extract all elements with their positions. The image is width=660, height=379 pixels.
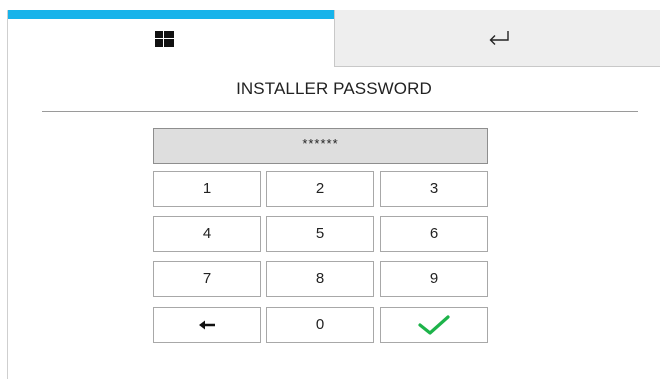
backspace-arrow-icon — [199, 320, 215, 330]
page-title: INSTALLER PASSWORD — [236, 79, 432, 98]
return-arrow-icon — [489, 31, 509, 45]
key-1[interactable]: 1 — [153, 171, 261, 207]
tab-home[interactable] — [8, 10, 334, 67]
title-divider — [42, 111, 638, 112]
grid-icon — [155, 31, 174, 47]
key-8[interactable]: 8 — [266, 261, 374, 297]
confirm-button[interactable] — [380, 307, 488, 343]
key-9[interactable]: 9 — [380, 261, 488, 297]
key-6[interactable]: 6 — [380, 216, 488, 252]
password-display: ****** — [153, 128, 488, 164]
key-4[interactable]: 4 — [153, 216, 261, 252]
key-3[interactable]: 3 — [380, 171, 488, 207]
tab-back[interactable] — [334, 10, 660, 67]
key-7[interactable]: 7 — [153, 261, 261, 297]
checkmark-icon — [418, 315, 450, 335]
active-tab-indicator — [8, 10, 334, 19]
key-2[interactable]: 2 — [266, 171, 374, 207]
key-0[interactable]: 0 — [266, 307, 374, 343]
key-5[interactable]: 5 — [266, 216, 374, 252]
installer-password-screen: INSTALLER PASSWORD ****** 1 2 3 4 5 6 7 … — [0, 0, 660, 379]
backspace-button[interactable] — [153, 307, 261, 343]
